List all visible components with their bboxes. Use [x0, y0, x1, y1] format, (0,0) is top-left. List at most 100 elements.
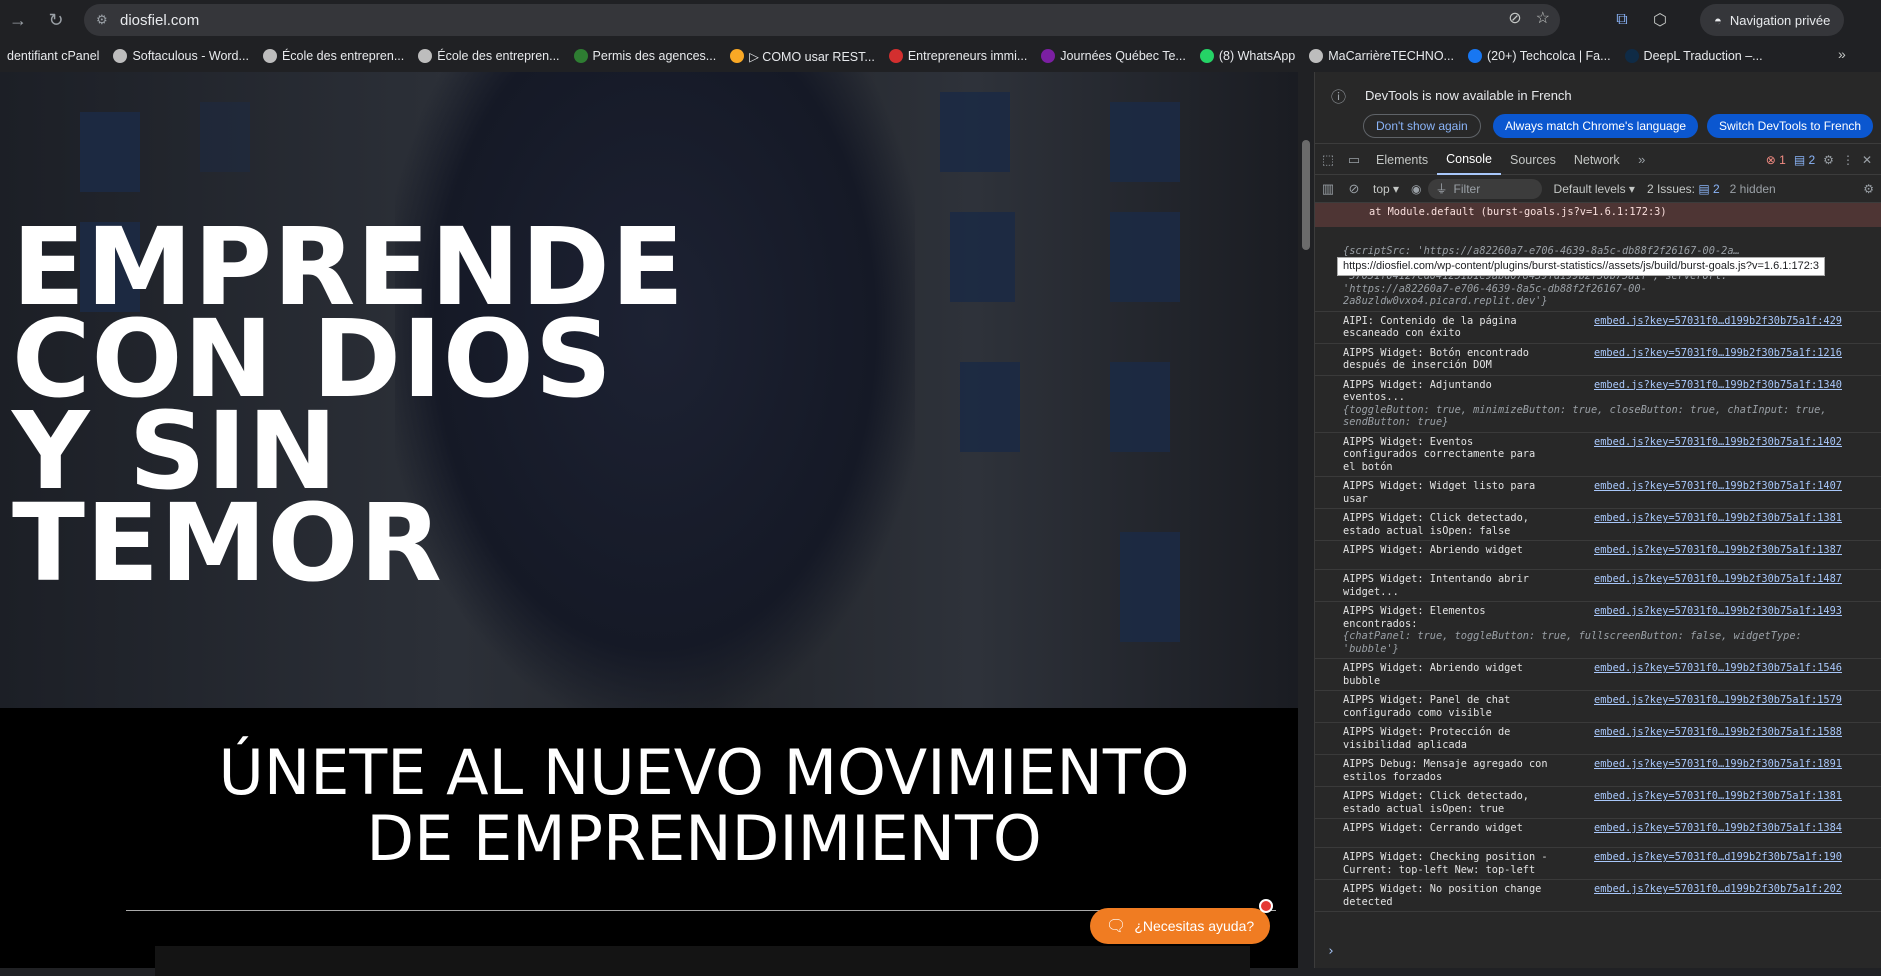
- console-filter-input[interactable]: ⏚ Filter: [1427, 178, 1542, 199]
- bookmark-item[interactable]: Softaculous - Word...: [106, 49, 256, 63]
- url-text[interactable]: diosfiel.com: [120, 12, 199, 29]
- issues-count: 2: [1712, 181, 1720, 196]
- issues-link[interactable]: 2 Issues: ▤ 2: [1647, 182, 1720, 196]
- clear-console-icon[interactable]: ⊘: [1341, 181, 1367, 197]
- log-message: AIPPS Widget: Botón encontrado después d…: [1343, 346, 1536, 372]
- console-log-row: AIPI: Contenido de la página escaneado c…: [1315, 312, 1881, 344]
- live-expression-eye-icon[interactable]: ◉: [1411, 182, 1421, 196]
- log-source-link[interactable]: embed.js?key=57031f0…199b2f30b75a1f:1381: [1594, 512, 1842, 525]
- message-count-badge[interactable]: ▤ 2: [1794, 153, 1815, 167]
- console-log-row: AIPPS Widget: Abriendo widget embed.js?ke…: [1315, 541, 1881, 570]
- sidebar-toggle-icon[interactable]: ▥: [1315, 181, 1341, 197]
- reload-icon[interactable]: ↻: [42, 6, 70, 34]
- help-chat-button[interactable]: 🗨 ¿Necesitas ayuda?: [1090, 908, 1271, 944]
- bookmark-label: École des entrepren...: [281, 49, 405, 63]
- log-source-link[interactable]: embed.js?key=57031f0…199b2f30b75a1f:1381: [1594, 790, 1842, 803]
- context-select[interactable]: top ▾: [1373, 182, 1399, 196]
- switch-devtools-french-button[interactable]: Switch DevTools to French: [1707, 114, 1874, 138]
- subtitle-line: DE EMPRENDIMIENTO: [366, 802, 1042, 875]
- tab-elements[interactable]: Elements: [1367, 145, 1437, 175]
- console-prompt[interactable]: ›: [1315, 945, 1881, 968]
- log-source-link[interactable]: embed.js?key=57031f0…d199b2f30b75a1f:202: [1594, 883, 1842, 896]
- log-source-link[interactable]: embed.js?key=57031f0…199b2f30b75a1f:1387: [1594, 544, 1842, 557]
- close-devtools-icon[interactable]: ✕: [1862, 153, 1872, 167]
- log-message: AIPPS Widget: Abriendo widget: [1343, 544, 1523, 556]
- help-chat-label: ¿Necesitas ayuda?: [1134, 918, 1255, 934]
- log-source-link[interactable]: embed.js?key=57031f0…d199b2f30b75a1f:429: [1594, 315, 1842, 328]
- bookmark-item[interactable]: École des entrepren...: [256, 49, 411, 63]
- log-source-link[interactable]: embed.js?key=57031f0…199b2f30b75a1f:1891: [1594, 758, 1842, 771]
- bookmark-label: Permis des agences...: [592, 49, 717, 63]
- bookmark-item[interactable]: (20+) Techcolca | Fa...: [1461, 49, 1618, 63]
- console-log-row: AIPPS Widget: Intentando abrir widget...…: [1315, 570, 1881, 602]
- bookmark-star-icon[interactable]: ☆: [1536, 8, 1550, 28]
- log-source-link[interactable]: embed.js?key=57031f0…199b2f30b75a1f:1487: [1594, 573, 1842, 586]
- bookmark-item[interactable]: Entrepreneurs immi...: [882, 49, 1034, 63]
- bookmark-favicon-icon: [1467, 49, 1482, 63]
- error-count-badge[interactable]: ⊗ 1: [1766, 153, 1786, 167]
- log-source-link[interactable]: embed.js?key=57031f0…199b2f30b75a1f:1588: [1594, 726, 1842, 739]
- devtools-language-infobar: ⓘ DevTools is now available in French Do…: [1315, 72, 1881, 144]
- bookmark-item[interactable]: École des entrepren...: [411, 49, 566, 63]
- more-options-icon[interactable]: ⋮: [1842, 153, 1854, 167]
- bookmark-favicon-icon: [1041, 49, 1056, 63]
- tab-sources[interactable]: Sources: [1501, 145, 1565, 175]
- hidden-count: 2 hidden: [1729, 181, 1776, 196]
- bookmark-label: (20+) Techcolca | Fa...: [1486, 49, 1611, 63]
- log-source-link[interactable]: embed.js?key=57031f0…199b2f30b75a1f:1340: [1594, 379, 1842, 392]
- log-levels-select[interactable]: Default levels ▾: [1554, 182, 1635, 196]
- bookmark-item[interactable]: dentifiant cPanel: [0, 49, 106, 63]
- address-bar[interactable]: ⚙ diosfiel.com ⊘ ☆: [84, 4, 1560, 36]
- log-levels-value: Default levels: [1553, 181, 1626, 196]
- log-source-link[interactable]: embed.js?key=57031f0…199b2f30b75a1f:1216: [1594, 347, 1842, 360]
- bookmark-item[interactable]: DeepL Traduction –...: [1618, 49, 1770, 63]
- tab-network[interactable]: Network: [1565, 145, 1629, 175]
- tab-console[interactable]: Console: [1437, 145, 1501, 175]
- bookmarks-bar: dentifiant cPanel Softaculous - Word... Éc…: [0, 40, 1881, 72]
- bookmark-favicon-icon: [113, 49, 128, 63]
- log-source-link[interactable]: embed.js?key=57031f0…199b2f30b75a1f:1493: [1594, 605, 1842, 618]
- forward-icon[interactable]: →: [4, 6, 32, 34]
- bookmark-item[interactable]: Permis des agences...: [567, 49, 724, 63]
- always-match-language-button[interactable]: Always match Chrome's language: [1493, 114, 1699, 138]
- page-scrollbar-thumb[interactable]: [1302, 140, 1310, 250]
- bookmark-item[interactable]: MaCarrièreTECHNO...: [1302, 49, 1461, 63]
- log-source-link[interactable]: embed.js?key=57031f0…199b2f30b75a1f:1546: [1594, 662, 1842, 675]
- console-log-row: AIPPS Widget: Widget listo para usar embe…: [1315, 477, 1881, 509]
- issues-count-badge: ▤ 2: [1698, 181, 1720, 196]
- extensions-icon[interactable]: ⬡: [1646, 6, 1674, 34]
- log-message: AIPPS Debug: Mensaje agregado con estilo…: [1343, 758, 1554, 783]
- log-source-link[interactable]: embed.js?key=57031f0…199b2f30b75a1f:1407: [1594, 480, 1842, 493]
- config-object[interactable]: {scriptSrc: 'https://a82260a7-e706-4639-…: [1343, 245, 1843, 308]
- bookmark-favicon-icon: [1624, 49, 1639, 63]
- log-source-link[interactable]: embed.js?key=57031f0…d199b2f30b75a1f:190: [1594, 851, 1842, 864]
- bookmark-label: ▷ COMO usar REST...: [749, 49, 875, 64]
- hero-background: EMPRENDE CON DIOS Y SIN TEMOR: [0, 72, 1298, 708]
- log-source-link[interactable]: embed.js?key=57031f0…199b2f30b75a1f:1384: [1594, 822, 1842, 835]
- log-message: AIPPS Widget: Widget listo para usar: [1343, 480, 1542, 505]
- log-object[interactable]: {toggleButton: true, minimizeButton: tru…: [1343, 404, 1843, 429]
- issues-label: 2 Issues:: [1646, 181, 1695, 196]
- incognito-icon: ◓: [1714, 12, 1722, 28]
- device-toolbar-icon[interactable]: ▭: [1341, 152, 1367, 168]
- translate-icon[interactable]: ⧉: [1608, 6, 1636, 34]
- console-settings-icon[interactable]: ⚙: [1863, 182, 1881, 196]
- bookmark-item[interactable]: ▷ COMO usar REST...: [723, 49, 882, 64]
- error-count: 1: [1779, 152, 1786, 167]
- inspect-element-icon[interactable]: ⬚: [1315, 152, 1341, 168]
- bookmark-item[interactable]: Journées Québec Te...: [1034, 49, 1193, 63]
- console-log-row: AIPPS Debug: Mensaje agregado con estilo…: [1315, 755, 1881, 787]
- dont-show-again-button[interactable]: Don't show again: [1363, 114, 1481, 138]
- log-source-link[interactable]: embed.js?key=57031f0…199b2f30b75a1f:1579: [1594, 694, 1842, 707]
- bookmark-item[interactable]: (8) WhatsApp: [1193, 49, 1302, 63]
- more-bookmarks-icon[interactable]: »: [1838, 46, 1846, 62]
- log-source-link[interactable]: embed.js?key=57031f0…199b2f30b75a1f:1402: [1594, 436, 1842, 449]
- settings-gear-icon[interactable]: ⚙: [1823, 153, 1834, 167]
- more-tabs-icon[interactable]: »: [1629, 152, 1655, 167]
- log-object[interactable]: {chatPanel: true, toggleButton: true, fu…: [1343, 630, 1843, 655]
- error-stack-text[interactable]: at Module.default (burst-goals.js?v=1.6.…: [1369, 206, 1667, 218]
- eye-off-icon[interactable]: ⊘: [1508, 8, 1521, 28]
- log-message: AIPPS Widget: Checking position - Curren…: [1343, 851, 1554, 876]
- incognito-badge[interactable]: ◓ Navigation privée: [1700, 4, 1845, 36]
- site-info-icon[interactable]: ⚙: [96, 12, 108, 28]
